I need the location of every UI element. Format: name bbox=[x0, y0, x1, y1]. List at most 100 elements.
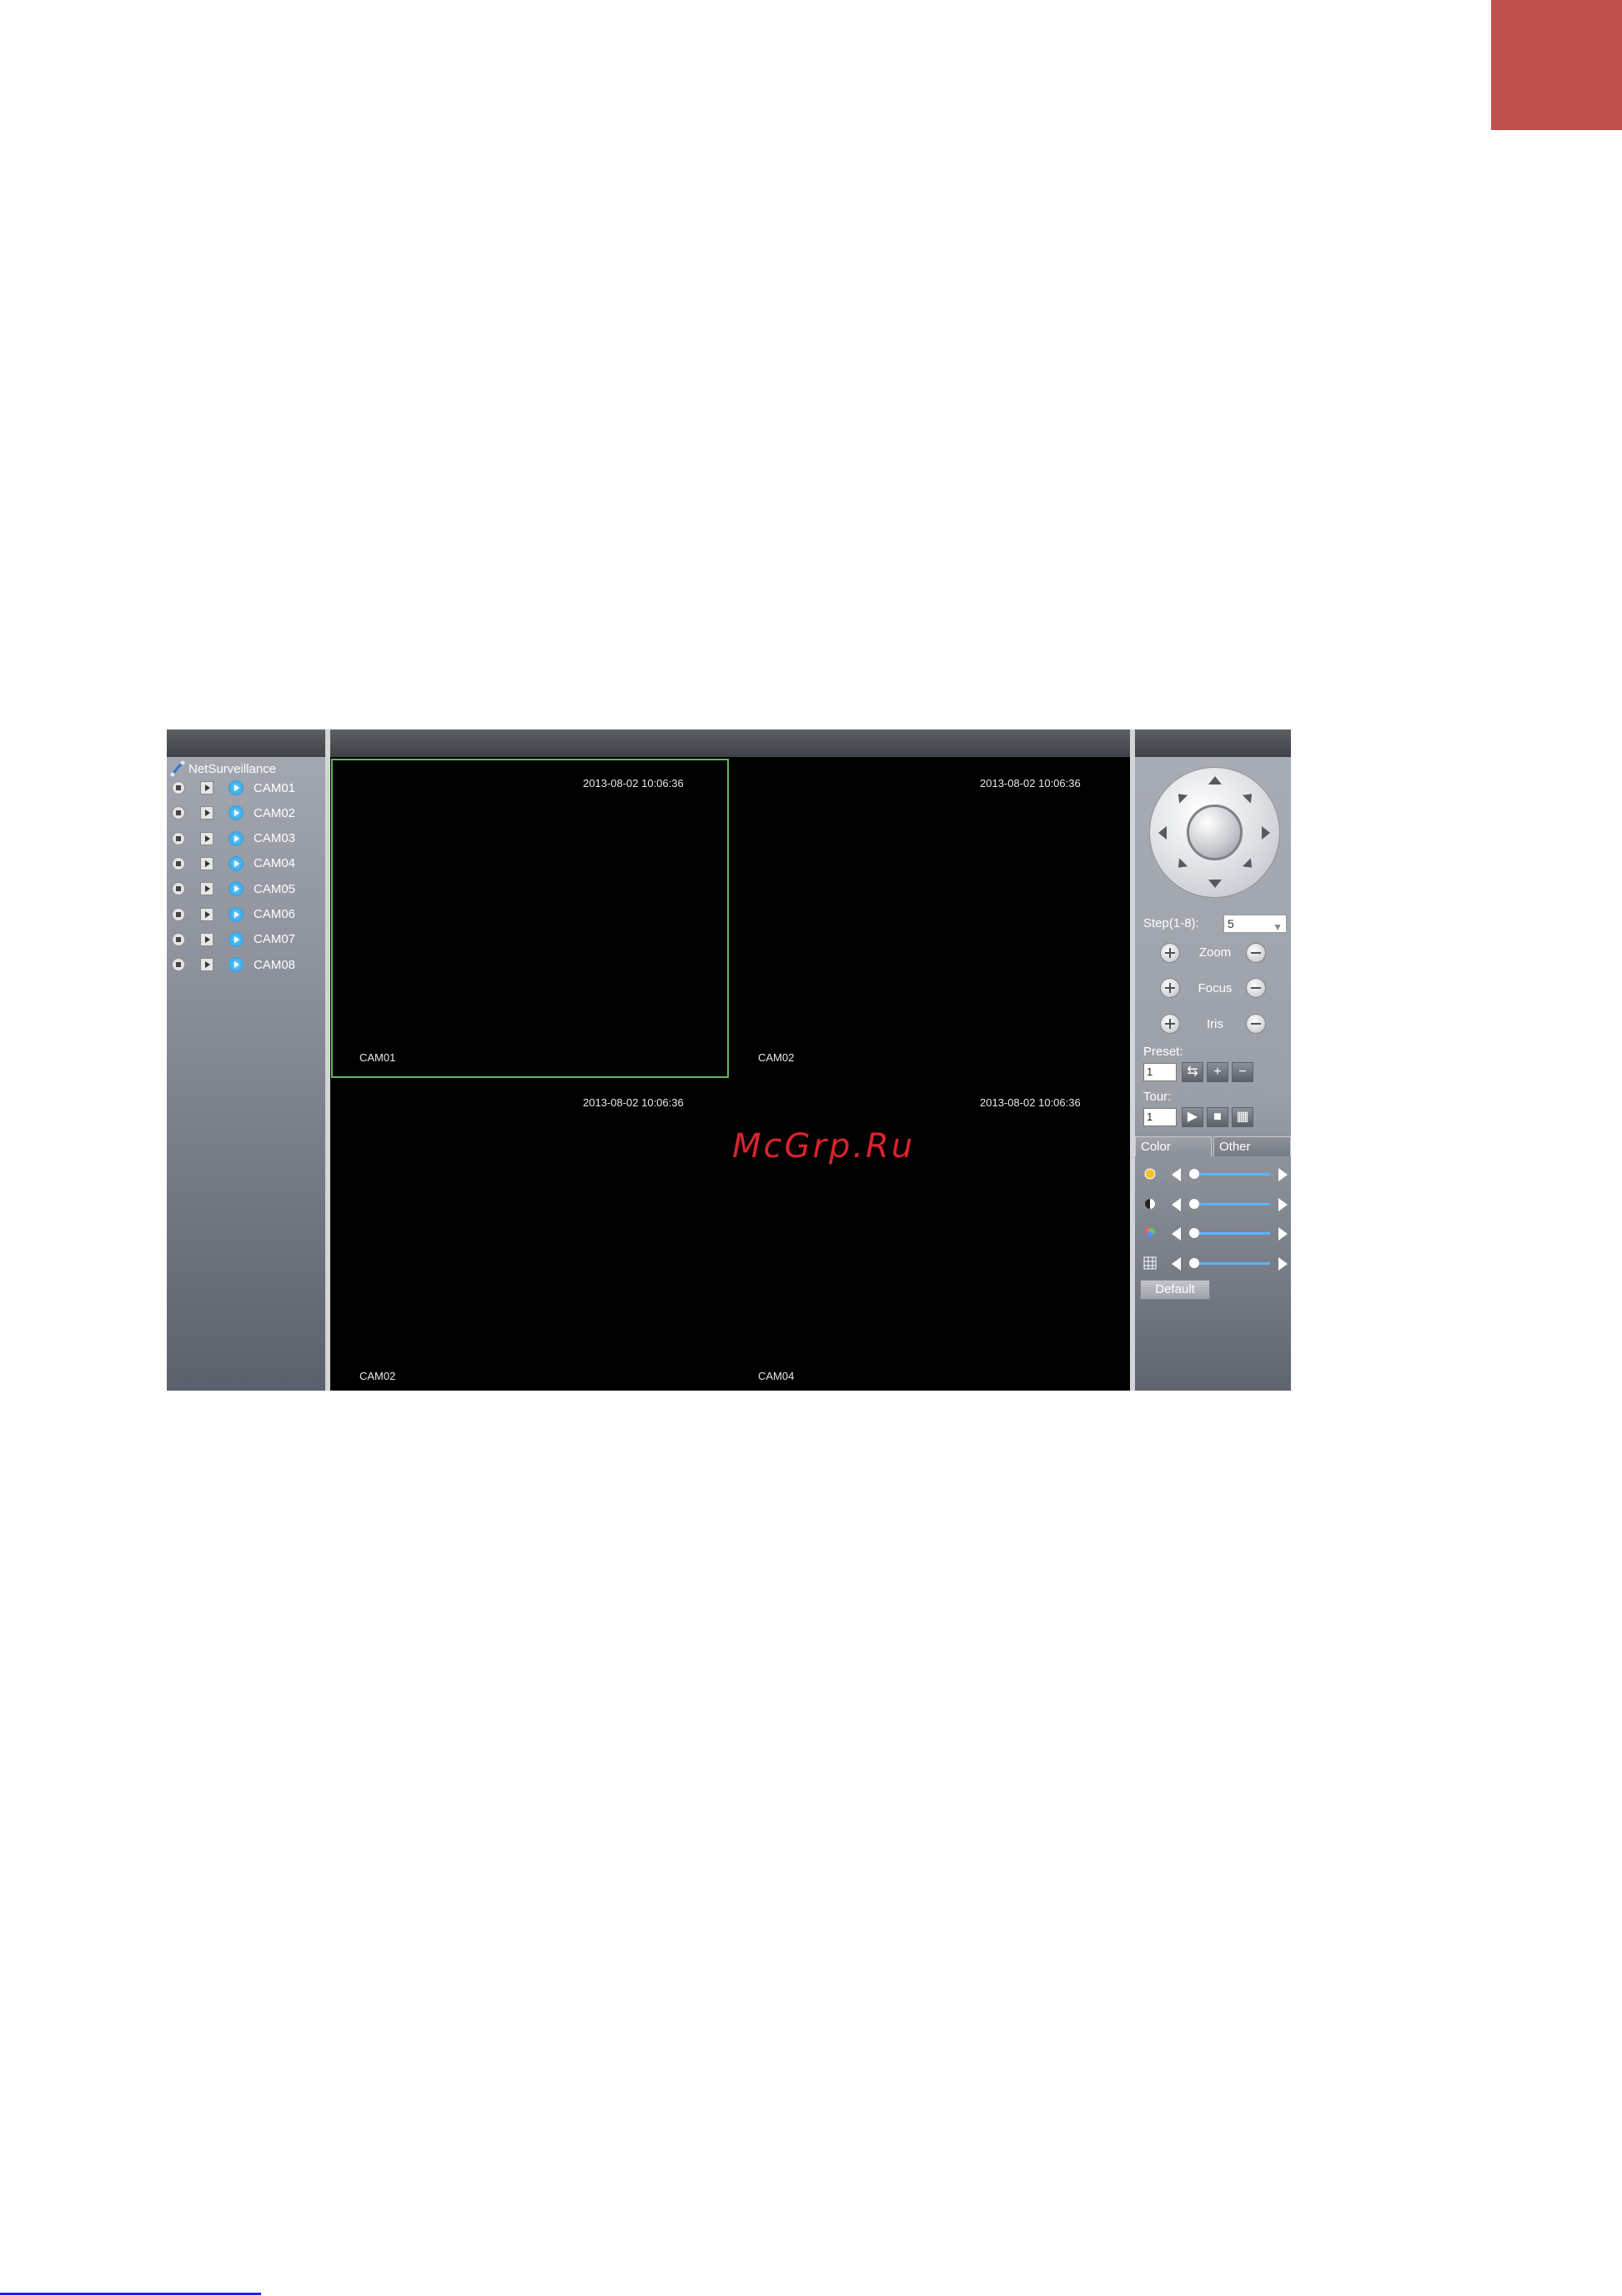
record-icon[interactable] bbox=[172, 882, 185, 896]
playback-icon[interactable] bbox=[200, 831, 213, 845]
watermark: McGrp.Ru bbox=[732, 1127, 916, 1166]
hue-increase-icon[interactable] bbox=[1278, 1257, 1288, 1271]
pan-up-right-icon[interactable] bbox=[1242, 790, 1257, 804]
corner-tab bbox=[1491, 0, 1622, 130]
camera-tree-item[interactable]: CAM07 bbox=[172, 929, 295, 950]
pan-down-icon[interactable] bbox=[1208, 880, 1222, 888]
zoom-out-button[interactable] bbox=[1246, 943, 1266, 963]
contrast-decrease-icon[interactable] bbox=[1172, 1198, 1181, 1211]
brightness-track[interactable] bbox=[1192, 1173, 1270, 1176]
record-icon[interactable] bbox=[172, 907, 185, 921]
default-button[interactable]: Default bbox=[1140, 1280, 1210, 1300]
live-stream-icon[interactable] bbox=[228, 957, 244, 973]
playback-icon[interactable] bbox=[200, 907, 213, 921]
record-icon[interactable] bbox=[172, 856, 185, 870]
brightness-slider[interactable] bbox=[1143, 1165, 1289, 1183]
saturation-decrease-icon[interactable] bbox=[1172, 1227, 1181, 1241]
brightness-knob[interactable] bbox=[1189, 1169, 1199, 1179]
live-stream-icon[interactable] bbox=[228, 881, 244, 897]
tree-root[interactable]: NetSurveillance bbox=[170, 759, 276, 778]
video-tile-2[interactable]: 2013-08-02 10:06:36 CAM02 bbox=[730, 759, 1128, 1078]
preset-input[interactable]: 1 bbox=[1143, 1063, 1177, 1081]
contrast-slider[interactable] bbox=[1143, 1195, 1289, 1213]
camera-tree-item[interactable]: CAM01 bbox=[172, 777, 295, 799]
pan-up-left-icon[interactable] bbox=[1173, 790, 1188, 804]
camera-tree-item[interactable]: CAM02 bbox=[172, 802, 295, 824]
video-header-bar bbox=[330, 729, 1130, 757]
tab-color[interactable]: Color bbox=[1135, 1136, 1212, 1156]
hue-track[interactable] bbox=[1192, 1262, 1270, 1265]
video-tile-4[interactable]: 2013-08-02 10:06:36 CAM04 bbox=[730, 1078, 1128, 1391]
saturation-increase-icon[interactable] bbox=[1278, 1227, 1288, 1241]
hue-knob[interactable] bbox=[1189, 1258, 1199, 1268]
iris-open-button[interactable] bbox=[1160, 1014, 1180, 1034]
tile-timestamp: 2013-08-02 10:06:36 bbox=[583, 777, 684, 790]
camera-tree-item[interactable]: CAM04 bbox=[172, 853, 295, 875]
brightness-decrease-icon[interactable] bbox=[1172, 1168, 1181, 1181]
hue-slider[interactable] bbox=[1143, 1254, 1289, 1272]
saturation-knob[interactable] bbox=[1189, 1228, 1199, 1238]
playback-icon[interactable] bbox=[200, 781, 213, 795]
tour-play-button[interactable]: ▶ bbox=[1182, 1107, 1203, 1127]
pan-right-icon[interactable] bbox=[1262, 826, 1270, 840]
iris-label: Iris bbox=[1207, 1017, 1223, 1031]
contrast-knob[interactable] bbox=[1189, 1199, 1199, 1209]
playback-icon[interactable] bbox=[200, 882, 213, 896]
camera-label: CAM04 bbox=[254, 856, 296, 871]
ptz-center-button[interactable] bbox=[1187, 805, 1243, 860]
live-stream-icon[interactable] bbox=[228, 931, 244, 947]
left-splitter[interactable] bbox=[325, 729, 330, 1391]
add-preset-button[interactable]: + bbox=[1207, 1062, 1228, 1082]
focus-near-button[interactable] bbox=[1160, 978, 1180, 998]
saturation-track[interactable] bbox=[1192, 1232, 1270, 1235]
record-icon[interactable] bbox=[172, 932, 185, 946]
live-stream-icon[interactable] bbox=[228, 830, 244, 846]
tour-grid-icon[interactable]: ▦ bbox=[1232, 1107, 1253, 1127]
video-tile-1[interactable]: 2013-08-02 10:06:36 CAM01 bbox=[331, 759, 729, 1078]
saturation-slider[interactable] bbox=[1143, 1224, 1289, 1242]
pan-down-right-icon[interactable] bbox=[1242, 858, 1257, 872]
record-icon[interactable] bbox=[172, 958, 185, 972]
camera-label: CAM06 bbox=[254, 907, 296, 921]
camera-tree-item[interactable]: CAM05 bbox=[172, 878, 295, 900]
tab-other[interactable]: Other bbox=[1213, 1136, 1291, 1156]
tour-input[interactable]: 1 bbox=[1143, 1108, 1177, 1126]
ptz-direction-pad[interactable] bbox=[1150, 768, 1279, 897]
zoom-in-button[interactable] bbox=[1160, 943, 1180, 963]
hue-decrease-icon[interactable] bbox=[1172, 1257, 1181, 1271]
camera-tree-item[interactable]: CAM06 bbox=[172, 904, 295, 925]
record-icon[interactable] bbox=[172, 781, 185, 795]
preset-label: Preset: bbox=[1143, 1045, 1183, 1059]
tour-stop-button[interactable]: ■ bbox=[1207, 1107, 1228, 1127]
pan-up-icon[interactable] bbox=[1208, 776, 1222, 785]
saturation-icon bbox=[1145, 1228, 1155, 1238]
contrast-track[interactable] bbox=[1192, 1203, 1270, 1206]
live-stream-icon[interactable] bbox=[228, 855, 244, 871]
camera-label: CAM08 bbox=[254, 957, 296, 972]
camera-label: CAM07 bbox=[254, 932, 296, 947]
focus-far-button[interactable] bbox=[1246, 978, 1266, 998]
remove-preset-button[interactable]: − bbox=[1232, 1062, 1253, 1082]
live-stream-icon[interactable] bbox=[228, 906, 244, 922]
camera-label: CAM05 bbox=[254, 881, 296, 896]
record-icon[interactable] bbox=[172, 831, 185, 845]
playback-icon[interactable] bbox=[200, 856, 213, 870]
iris-close-button[interactable] bbox=[1246, 1014, 1266, 1034]
camera-tree-item[interactable]: CAM08 bbox=[172, 954, 295, 975]
brightness-increase-icon[interactable] bbox=[1278, 1168, 1288, 1181]
device-tree-panel: NetSurveillance CAM01 CAM02 CAM03 CAM04 CAM0… bbox=[167, 729, 325, 1391]
playback-icon[interactable] bbox=[200, 958, 213, 972]
contrast-increase-icon[interactable] bbox=[1278, 1198, 1288, 1211]
tile-timestamp: 2013-08-02 10:06:36 bbox=[980, 1096, 1081, 1109]
pan-left-icon[interactable] bbox=[1158, 826, 1167, 840]
goto-preset-button[interactable]: ⇆ bbox=[1182, 1062, 1203, 1082]
camera-tree-item[interactable]: CAM03 bbox=[172, 828, 295, 850]
pan-down-left-icon[interactable] bbox=[1173, 858, 1188, 872]
live-stream-icon[interactable] bbox=[228, 805, 244, 821]
record-icon[interactable] bbox=[172, 806, 185, 820]
video-tile-3[interactable]: 2013-08-02 10:06:36 CAM02 bbox=[331, 1078, 729, 1391]
playback-icon[interactable] bbox=[200, 806, 213, 820]
playback-icon[interactable] bbox=[200, 932, 213, 946]
step-select[interactable]: 5 ▼ bbox=[1223, 915, 1287, 933]
live-stream-icon[interactable] bbox=[228, 780, 244, 795]
